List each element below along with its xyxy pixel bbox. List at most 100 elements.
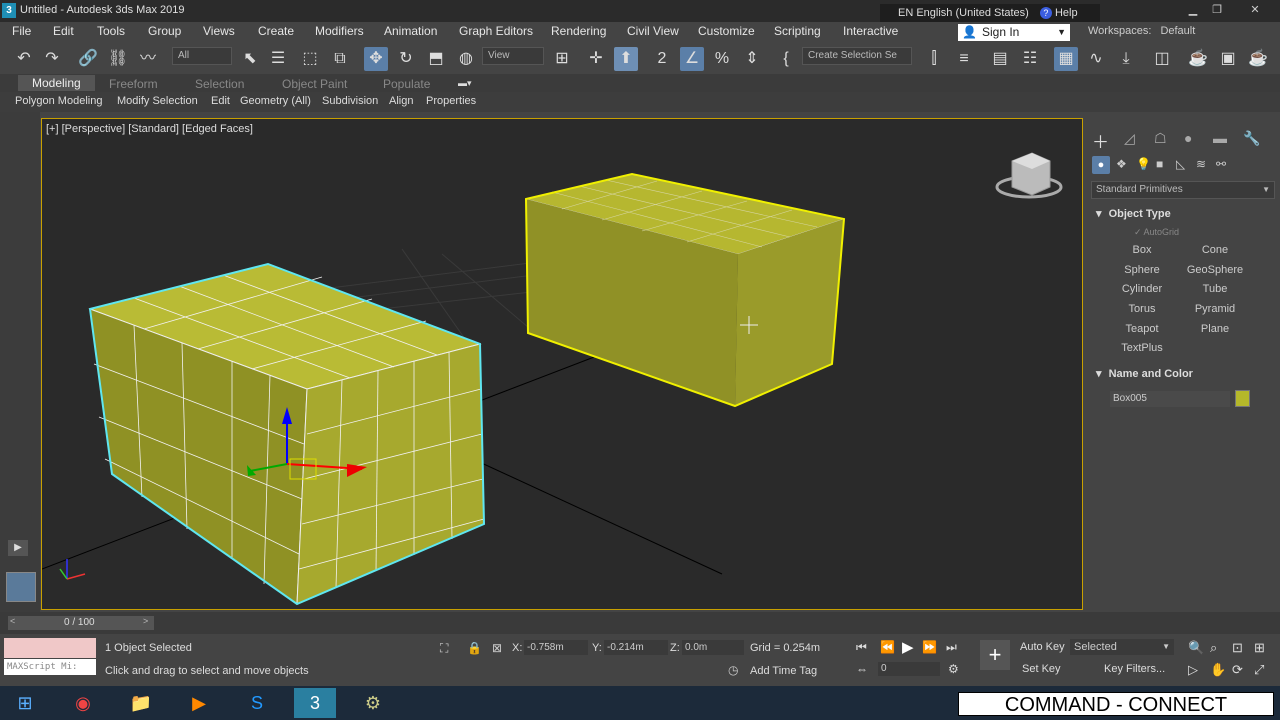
tab-object-paint[interactable]: Object Paint (282, 77, 347, 91)
select-object-icon[interactable]: ⬉ (238, 47, 262, 71)
autogrid-checkbox[interactable]: ✓ AutoGrid (1134, 227, 1179, 238)
select-by-name-icon[interactable]: ☰ (266, 47, 290, 71)
angle-snap-icon[interactable]: ∠ (680, 47, 704, 71)
time-tag-icon[interactable]: ◷ (728, 663, 738, 677)
current-frame-field[interactable]: 0 (878, 662, 940, 676)
create-tab-plus-icon[interactable]: ＋ (1092, 128, 1109, 153)
select-and-move-icon[interactable]: ✥ (364, 47, 388, 71)
chrome-icon[interactable]: ◉ (62, 688, 104, 718)
menu-interactive[interactable]: Interactive (843, 24, 898, 38)
spinner-snap-icon[interactable]: ⇕ (740, 47, 764, 71)
zoom-all-icon[interactable]: ⌕ (1210, 640, 1217, 656)
systems-category-icon[interactable]: ⚯ (1216, 157, 1226, 171)
key-mode-dropdown[interactable]: Selected ▼ (1070, 639, 1174, 655)
expand-viewport-layout-icon[interactable]: ▶ (8, 540, 28, 556)
material-editor-icon[interactable]: ◫ (1150, 47, 1174, 71)
viewcube[interactable] (995, 152, 1063, 199)
menu-views[interactable]: Views (203, 24, 235, 38)
menu-civil-view[interactable]: Civil View (627, 24, 679, 38)
time-configuration-icon[interactable]: ⚙ (948, 662, 959, 676)
language-indicator[interactable]: EN English (United States) (898, 7, 1029, 19)
reference-coordinate-dropdown[interactable]: View (482, 47, 544, 65)
go-to-end-icon[interactable]: ⏭ (946, 640, 957, 655)
maxscript-mini-listener[interactable]: MAXScript Mi: (4, 659, 96, 675)
ribbon-polygon-modeling[interactable]: Polygon Modeling (15, 95, 102, 107)
set-key-button[interactable]: Set Key (1022, 663, 1061, 675)
maxscript-listener-output[interactable] (4, 638, 96, 658)
box-right-box005[interactable] (524, 172, 846, 408)
geometry-category-icon[interactable]: ● (1092, 156, 1110, 174)
named-selection-dropdown[interactable]: Create Selection Se (802, 47, 912, 65)
close-button[interactable]: ✕ (1244, 2, 1266, 18)
display-tab-icon[interactable]: ▬ (1213, 130, 1227, 146)
object-name-input[interactable]: Box005 (1110, 391, 1230, 407)
sign-in-dropdown[interactable]: Sign In 👤 ▼ (958, 24, 1070, 41)
help-label[interactable]: Help (1055, 7, 1078, 19)
undo-icon[interactable]: ↶ (12, 47, 36, 71)
primitive-type-dropdown[interactable]: Standard Primitives ▼ (1091, 181, 1275, 199)
next-frame-icon[interactable]: ⏩ (922, 640, 937, 654)
workspaces[interactable]: Workspaces: Default (1088, 25, 1195, 37)
language-bar[interactable]: EN English (United States) ? Help (880, 4, 1100, 22)
time-slider-next-icon[interactable]: > (143, 616, 148, 626)
add-time-tag[interactable]: Add Time Tag (750, 665, 817, 677)
previous-frame-icon[interactable]: ⏪ (880, 640, 895, 654)
menu-scripting[interactable]: Scripting (774, 24, 821, 38)
maximize-viewport-icon[interactable]: ⤢ (1254, 662, 1264, 678)
auto-key-button[interactable]: Auto Key (1020, 641, 1065, 653)
window-crossing-icon[interactable]: ⧉ (328, 47, 352, 71)
menu-tools[interactable]: Tools (97, 24, 125, 38)
sphere-button[interactable]: Sphere (1110, 262, 1174, 278)
maximize-button[interactable]: ❐ (1206, 2, 1228, 18)
tab-populate[interactable]: Populate (383, 77, 430, 91)
cone-button[interactable]: Cone (1183, 242, 1247, 258)
shapes-category-icon[interactable]: ❖ (1116, 157, 1127, 171)
schematic-view-icon[interactable]: ⤓ (1114, 47, 1138, 71)
toggle-ribbon-icon[interactable]: ▦ (1054, 47, 1078, 71)
unlink-icon[interactable]: ⛓ (106, 47, 130, 71)
pan-view-icon[interactable]: ✋ (1210, 662, 1226, 678)
zoom-extents-all-icon[interactable]: ⊞ (1254, 640, 1265, 656)
viewport-scene[interactable] (42, 119, 1083, 610)
set-keys-plus-icon[interactable]: + (980, 640, 1010, 670)
name-color-rollout-header[interactable]: ▾ Name and Color (1096, 367, 1193, 380)
rectangular-selection-icon[interactable]: ⬚ (298, 47, 322, 71)
select-manipulate-icon[interactable]: ✛ (584, 47, 608, 71)
torus-button[interactable]: Torus (1110, 301, 1174, 317)
menu-rendering[interactable]: Rendering (551, 24, 606, 38)
skype-icon[interactable]: S (236, 688, 278, 718)
align-icon[interactable]: ≡ (952, 47, 976, 71)
keyboard-shortcut-override-icon[interactable]: ⬆ (614, 47, 638, 71)
toggle-scene-explorer-icon[interactable]: ▤ (988, 47, 1012, 71)
plane-button[interactable]: Plane (1183, 321, 1247, 337)
edit-named-selection-icon[interactable]: { (774, 47, 798, 71)
menu-create[interactable]: Create (258, 24, 294, 38)
ribbon-modify-selection[interactable]: Modify Selection (117, 95, 198, 107)
menu-customize[interactable]: Customize (698, 24, 755, 38)
selection-filter-dropdown[interactable]: All (172, 47, 232, 65)
motion-tab-icon[interactable]: ● (1184, 130, 1192, 146)
go-to-start-icon[interactable]: ⏮ (856, 640, 867, 655)
snaps-toggle-icon[interactable]: 2 (650, 47, 674, 71)
absolute-mode-icon[interactable]: ⊠ (492, 641, 502, 655)
pivot-center-icon[interactable]: ⊞ (550, 47, 574, 71)
menu-graph-editors[interactable]: Graph Editors (459, 24, 533, 38)
space-warps-category-icon[interactable]: ≋ (1196, 157, 1206, 171)
helpers-category-icon[interactable]: ◺ (1176, 157, 1185, 171)
cylinder-button[interactable]: Cylinder (1110, 281, 1174, 297)
ribbon-options-icon[interactable]: ▬▾ (458, 78, 472, 88)
lock-selection-icon[interactable]: 🔒 (467, 641, 482, 655)
file-explorer-icon[interactable]: 📁 (120, 688, 162, 718)
textplus-button[interactable]: TextPlus (1110, 340, 1174, 356)
ribbon-geometry-all[interactable]: Geometry (All) (240, 95, 311, 107)
app-icon[interactable]: 3 (2, 3, 16, 18)
mirror-icon[interactable]: ⫿ (922, 47, 946, 71)
menu-edit[interactable]: Edit (53, 24, 74, 38)
modify-tab-icon[interactable]: ◿ (1124, 130, 1135, 147)
x-coordinate-field[interactable]: -0.758m (524, 640, 588, 655)
y-coordinate-field[interactable]: -0.214m (604, 640, 668, 655)
render-setup-icon[interactable]: ☕ (1186, 47, 1210, 71)
menu-animation[interactable]: Animation (384, 24, 437, 38)
perspective-viewport[interactable] (41, 118, 1083, 610)
menu-modifiers[interactable]: Modifiers (315, 24, 364, 38)
